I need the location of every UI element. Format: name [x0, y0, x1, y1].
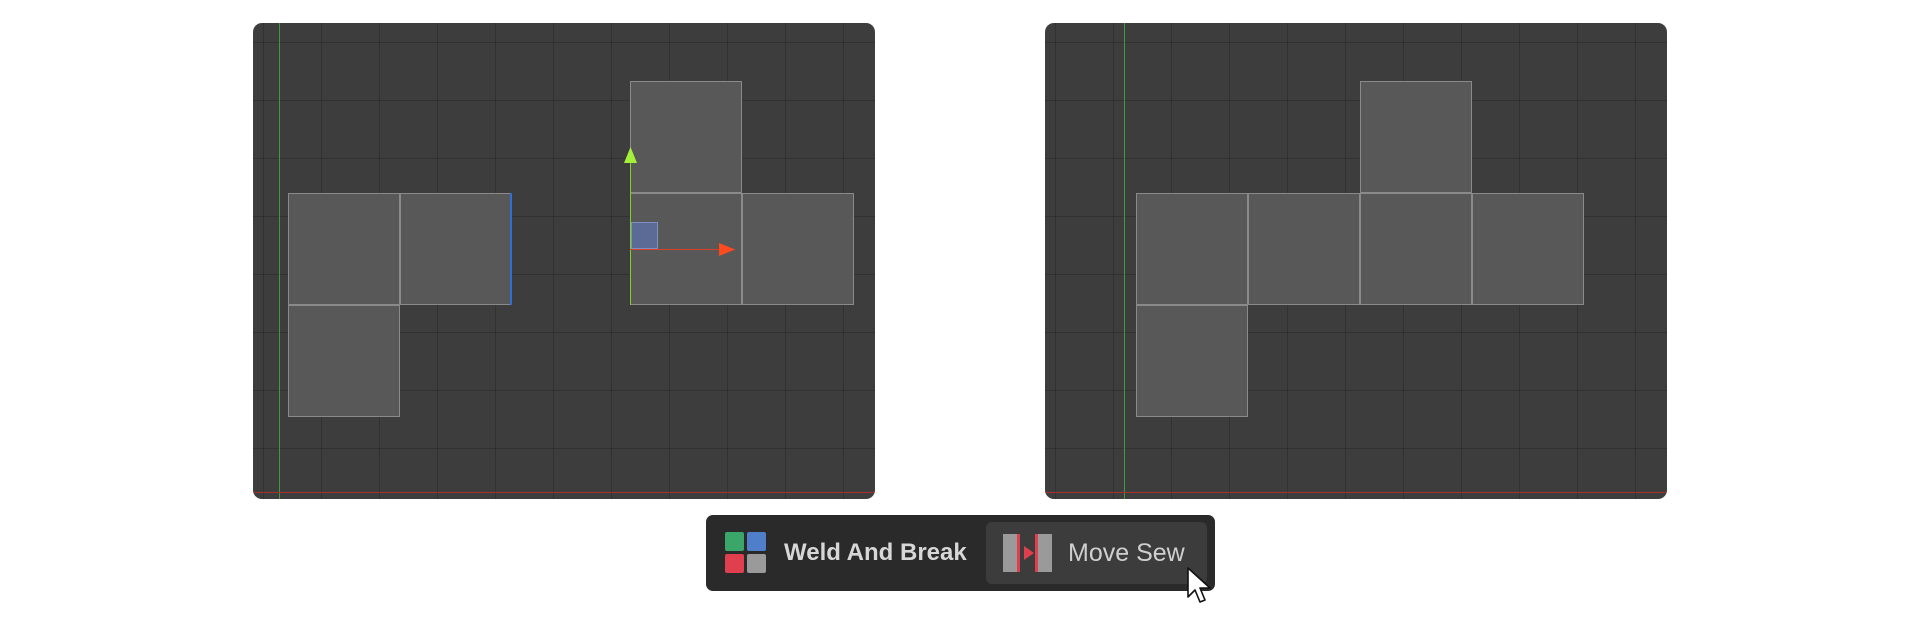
- uv-face[interactable]: [742, 193, 854, 305]
- uv-face[interactable]: [288, 305, 400, 417]
- u-axis-line: [1045, 492, 1667, 493]
- uv-face[interactable]: [1472, 193, 1584, 305]
- uv-face[interactable]: [1360, 81, 1472, 193]
- uv-editor-viewport-left[interactable]: [253, 23, 875, 499]
- tool-popup-bar: Weld And Break Move Sew: [706, 515, 1215, 591]
- uv-face[interactable]: [1136, 193, 1248, 305]
- uv-face[interactable]: [1136, 305, 1248, 417]
- v-axis-line: [1124, 23, 1125, 499]
- gizmo-plane-handle[interactable]: [631, 222, 658, 249]
- v-axis-line: [279, 23, 280, 499]
- u-axis-line: [253, 492, 875, 493]
- move-sew-icon: [1003, 534, 1052, 572]
- uv-editor-viewport-right[interactable]: [1045, 23, 1667, 499]
- uv-face[interactable]: [400, 193, 512, 305]
- uv-face[interactable]: [1248, 193, 1360, 305]
- uv-face[interactable]: [1360, 193, 1472, 305]
- uv-face[interactable]: [630, 81, 742, 193]
- selected-seam-edge[interactable]: [510, 193, 512, 305]
- move-sew-label: Move Sew: [1068, 539, 1185, 567]
- mouse-pointer-icon: [1187, 567, 1211, 603]
- gizmo-y-arrow-icon[interactable]: [624, 147, 637, 163]
- gizmo-x-arrow-icon[interactable]: [719, 243, 735, 256]
- uv-face[interactable]: [288, 193, 400, 305]
- weld-and-break-icon: [725, 532, 767, 574]
- tool-title: Weld And Break: [784, 539, 967, 566]
- move-sew-button[interactable]: Move Sew: [986, 522, 1207, 584]
